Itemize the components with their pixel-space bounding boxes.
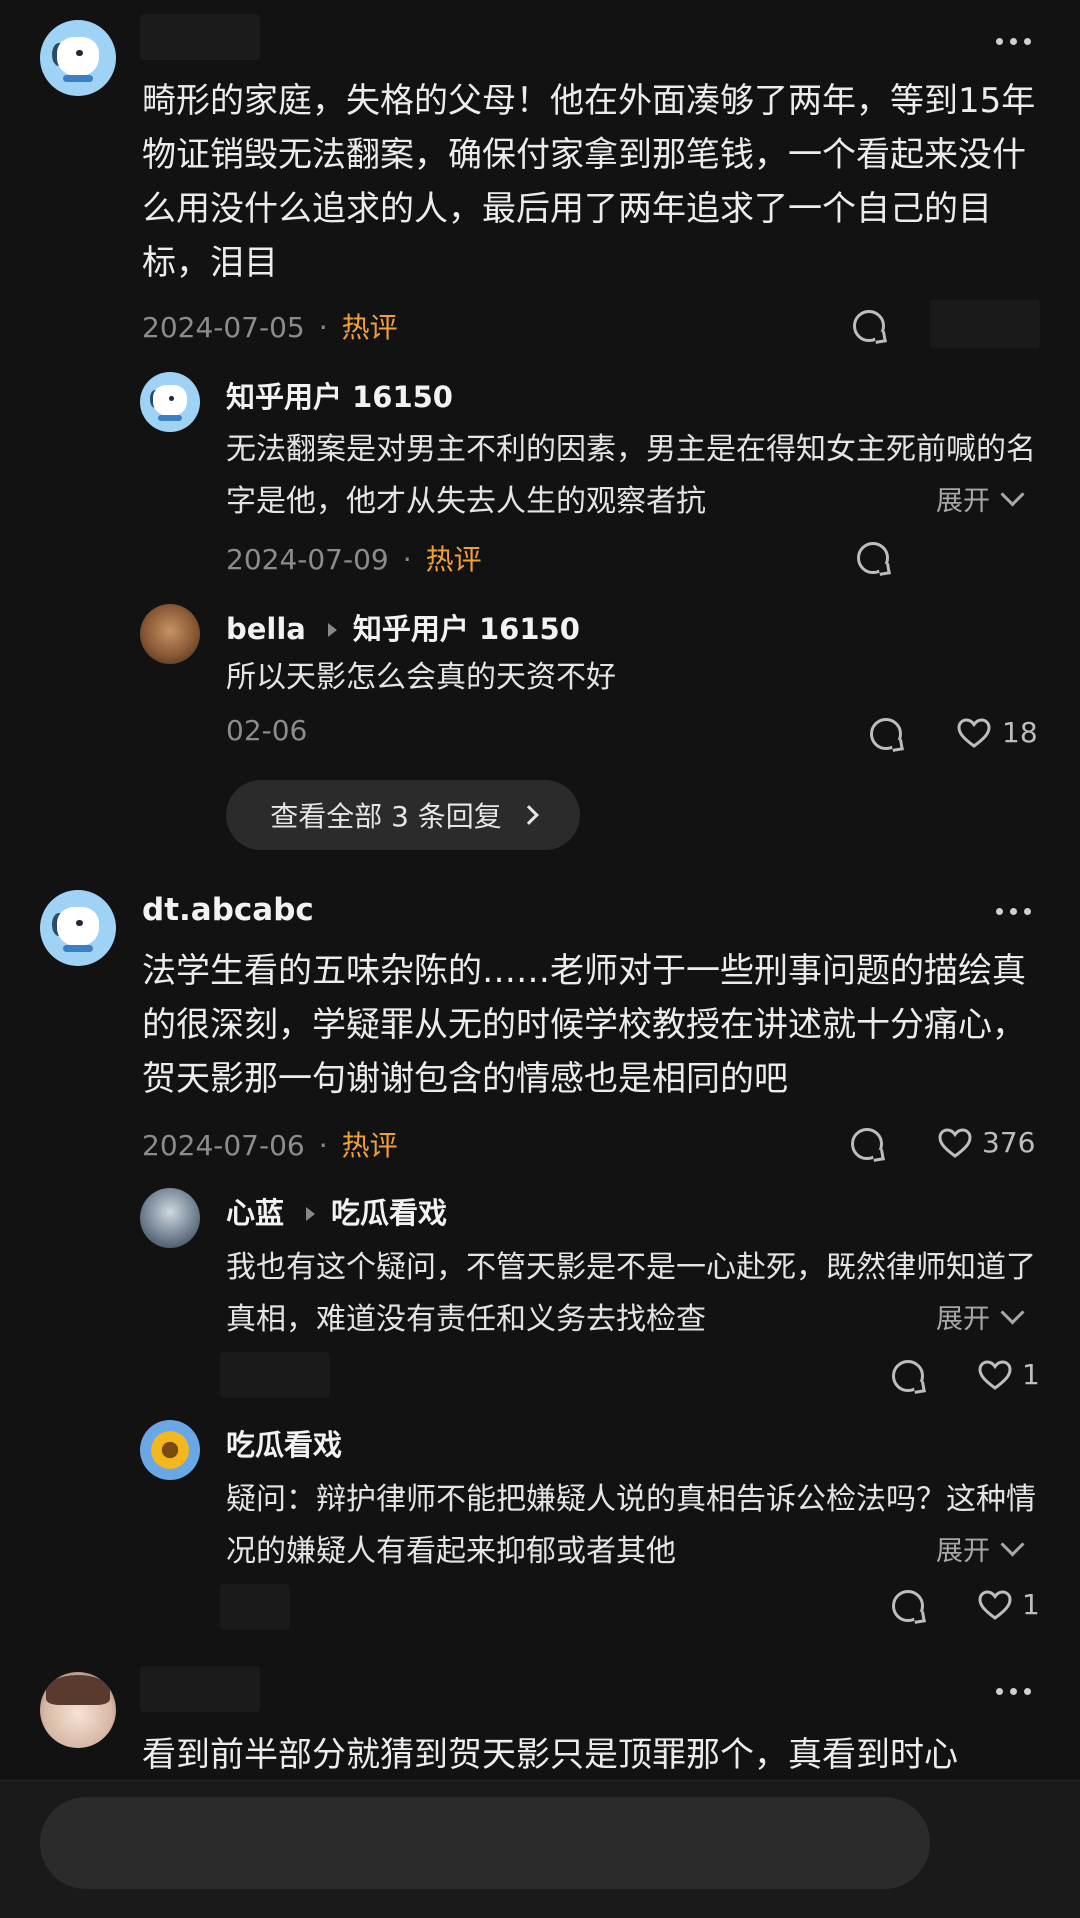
reply-date: 02-06 — [226, 714, 308, 747]
view-all-label: 查看全部 3 条回复 — [270, 800, 502, 833]
comment-meta: 2024-07-06 · 热评 — [142, 1129, 398, 1162]
expand-label: 展开 — [936, 1535, 990, 1567]
username[interactable] — [140, 1666, 260, 1712]
expand-button[interactable]: 展开 — [846, 1290, 1025, 1342]
comment-date: 2024-07-06 — [142, 1129, 305, 1162]
avatar[interactable] — [140, 1420, 200, 1480]
comment-text: 看到前半部分就猜到贺天影只是顶罪那个，真看到时心 — [142, 1735, 958, 1775]
heart-icon[interactable] — [978, 1360, 1012, 1390]
reply-to-username[interactable]: 吃瓜看戏 — [331, 1196, 447, 1230]
expand-label: 展开 — [936, 1303, 990, 1335]
avatar[interactable] — [140, 1188, 200, 1248]
reply-username[interactable]: 吃瓜看戏 — [226, 1422, 342, 1464]
chevron-down-icon — [1000, 1299, 1025, 1325]
comment-icon[interactable] — [892, 1590, 924, 1622]
blurred-region — [220, 1352, 330, 1398]
view-all-replies-button[interactable]: 查看全部 3 条回复 — [226, 780, 580, 850]
more-icon[interactable] — [996, 38, 1032, 46]
expand-label: 展开 — [936, 485, 990, 517]
comment-icon[interactable] — [892, 1360, 924, 1392]
reply-username-line: bella 知乎用户 16150 — [226, 606, 580, 648]
avatar[interactable] — [40, 20, 116, 96]
hot-badge: 热评 — [341, 311, 398, 344]
expand-button[interactable]: 展开 — [846, 472, 1025, 524]
blurred-region — [220, 1584, 290, 1630]
reply-username-line: 心蓝 吃瓜看戏 — [226, 1190, 447, 1232]
comment-text: 畸形的家庭，失格的父母！他在外面凑够了两年，等到15年物证销毁无法翻案，确保付家… — [142, 81, 1036, 283]
like-count: 376 — [982, 1126, 1036, 1159]
reply-arrow-icon — [306, 1206, 316, 1221]
chevron-right-icon — [518, 805, 539, 825]
comment-icon[interactable] — [857, 542, 889, 574]
heart-icon[interactable] — [978, 1590, 1012, 1620]
reply-arrow-icon — [327, 622, 337, 637]
more-icon[interactable] — [996, 908, 1032, 916]
comment-date: 2024-07-05 — [142, 311, 305, 344]
username[interactable]: dt.abcabc — [142, 892, 314, 928]
comment-icon[interactable] — [853, 310, 885, 342]
avatar[interactable] — [40, 890, 116, 966]
reply-to-username[interactable]: 知乎用户 16150 — [353, 612, 580, 646]
avatar[interactable] — [40, 1672, 116, 1748]
avatar[interactable] — [140, 604, 200, 664]
reply-username[interactable]: 心蓝 — [226, 1196, 284, 1230]
reply-meta: 2024-07-09 · 热评 — [226, 543, 482, 576]
reply-username[interactable]: 知乎用户 16150 — [226, 374, 453, 416]
comment-input[interactable] — [40, 1797, 930, 1889]
like-count: 1 — [1022, 1588, 1040, 1621]
comment-icon[interactable] — [870, 718, 902, 750]
like-count: 18 — [1002, 716, 1038, 749]
hot-badge: 热评 — [341, 1129, 398, 1162]
comment-text: 法学生看的五味杂陈的……老师对于一些刑事问题的描绘真的很深刻，学疑罪从无的时候学… — [142, 951, 1026, 1099]
reply-date: 2024-07-09 — [226, 543, 389, 576]
reply-text: 所以天影怎么会真的天资不好 — [226, 660, 616, 695]
hot-badge: 热评 — [425, 543, 482, 576]
chevron-down-icon — [1000, 1531, 1025, 1557]
like-count: 1 — [1022, 1358, 1040, 1391]
comment-meta: 2024-07-05 · 热评 — [142, 311, 398, 344]
more-icon[interactable] — [996, 1688, 1032, 1696]
chevron-down-icon — [1000, 481, 1025, 507]
reply-username[interactable]: bella — [226, 612, 306, 646]
heart-icon[interactable] — [957, 718, 991, 748]
avatar[interactable] — [140, 372, 200, 432]
username[interactable] — [140, 14, 260, 60]
expand-button[interactable]: 展开 — [846, 1522, 1025, 1574]
heart-icon[interactable] — [938, 1128, 972, 1158]
blurred-region — [930, 300, 1040, 348]
comment-icon[interactable] — [851, 1128, 883, 1160]
